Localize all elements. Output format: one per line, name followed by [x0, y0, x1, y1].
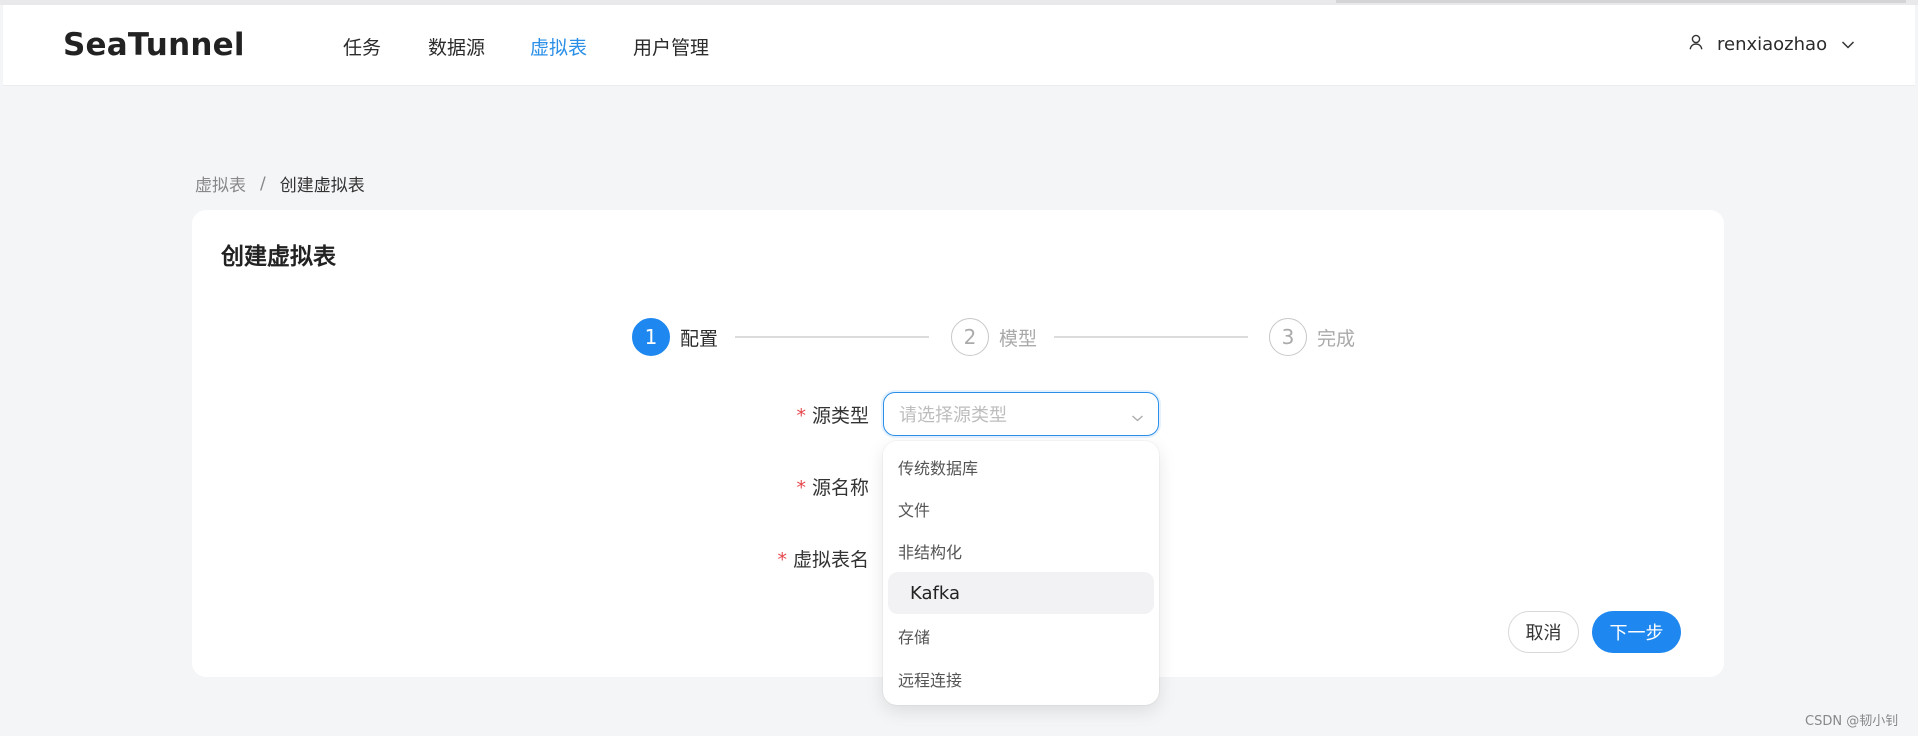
page-title: 创建虚拟表 — [221, 244, 336, 270]
step-number: 1 — [632, 318, 670, 356]
dropdown-option-unstructured[interactable]: 非结构化 — [883, 530, 1159, 572]
breadcrumb-parent[interactable]: 虚拟表 — [195, 171, 246, 196]
breadcrumb-current: 创建虚拟表 — [279, 176, 365, 196]
source-type-dropdown: 传统数据库 文件 非结构化 Kafka 存储 远程连接 — [883, 441, 1159, 705]
brand-logo[interactable]: SeaTunnel — [63, 27, 245, 63]
required-mark: * — [777, 549, 787, 571]
source-name-label: * 源名称 — [796, 477, 869, 499]
user-icon — [1689, 34, 1703, 54]
dropdown-option-file[interactable]: 文件 — [883, 488, 1159, 530]
required-mark: * — [796, 477, 806, 499]
user-menu[interactable]: renxiaozhao — [1689, 31, 1855, 57]
nav-item-tasks[interactable]: 任务 — [343, 33, 381, 60]
nav-item-user-management[interactable]: 用户管理 — [633, 33, 709, 60]
step-connector — [1054, 336, 1248, 338]
window-top-lip — [1336, 0, 1906, 3]
step-number: 2 — [951, 318, 989, 356]
source-type-placeholder: 请选择源类型 — [899, 405, 1007, 426]
user-name: renxiaozhao — [1717, 33, 1828, 55]
dropdown-option-kafka[interactable]: Kafka — [888, 572, 1154, 614]
step-model: 2 模型 — [951, 318, 1037, 356]
step-label: 模型 — [999, 327, 1038, 350]
dropdown-option-storage[interactable]: 存储 — [883, 615, 1159, 657]
required-mark: * — [796, 405, 806, 427]
nav-item-datasource[interactable]: 数据源 — [428, 33, 485, 60]
watermark: CSDN @韧小钊 — [1805, 714, 1899, 729]
step-number: 3 — [1269, 318, 1307, 356]
source-type-select[interactable]: 请选择源类型 — [883, 392, 1159, 436]
chevron-down-icon — [1841, 35, 1855, 54]
step-config: 1 配置 — [632, 318, 718, 356]
dropdown-option-traditional-db[interactable]: 传统数据库 — [883, 446, 1159, 488]
cancel-button[interactable]: 取消 — [1508, 611, 1579, 653]
step-connector — [735, 336, 929, 338]
source-type-label: * 源类型 — [796, 405, 869, 427]
breadcrumb-separator: / — [260, 173, 266, 194]
next-step-button[interactable]: 下一步 — [1592, 611, 1681, 653]
chevron-down-icon — [1131, 408, 1144, 427]
virtual-table-name-label: * 虚拟表名 — [777, 549, 869, 571]
breadcrumb: 虚拟表 / 创建虚拟表 — [195, 171, 365, 197]
step-label: 完成 — [1317, 327, 1356, 350]
step-label: 配置 — [680, 327, 719, 350]
step-complete: 3 完成 — [1269, 318, 1355, 356]
dropdown-option-remote-connection[interactable]: 远程连接 — [883, 658, 1159, 700]
top-navbar: SeaTunnel 任务 数据源 虚拟表 用户管理 renxiaozhao — [3, 5, 1915, 86]
nav-item-virtual-table[interactable]: 虚拟表 — [530, 33, 587, 60]
